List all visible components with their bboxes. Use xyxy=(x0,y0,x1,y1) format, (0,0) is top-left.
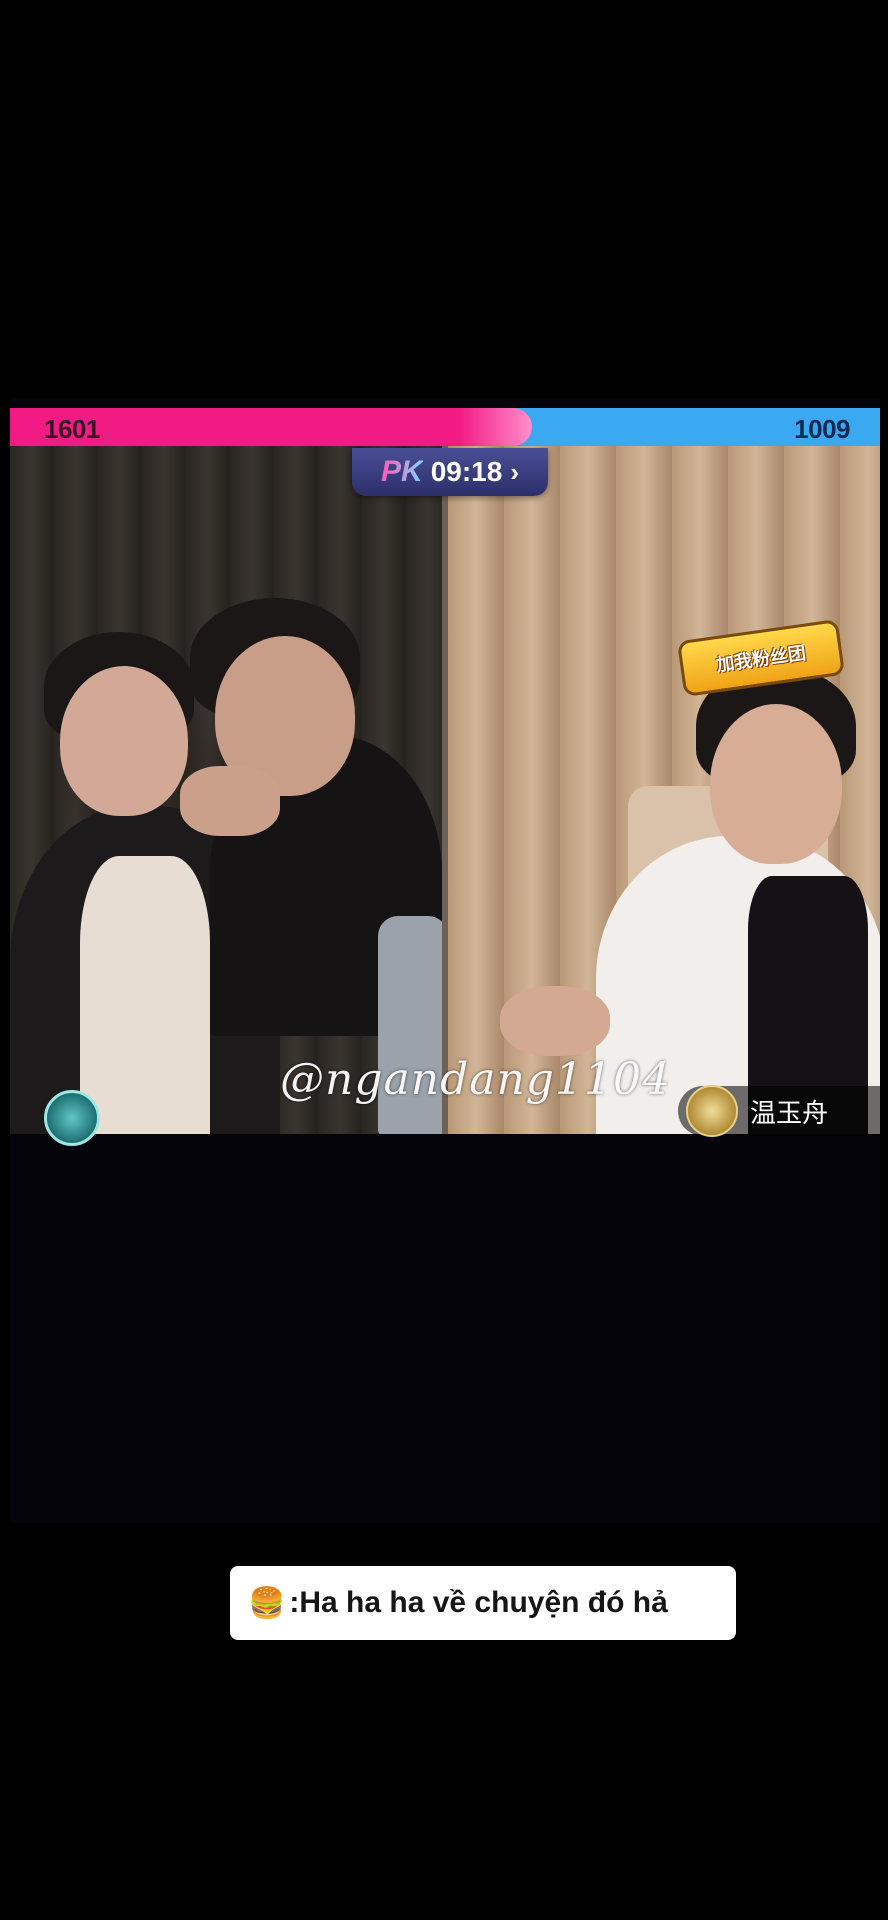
fan-badge-icon[interactable] xyxy=(44,1090,100,1146)
level-badge-icon xyxy=(686,1085,738,1137)
subtitle-caption: 🍔 :Ha ha ha về chuyện đó hả xyxy=(230,1566,736,1640)
watermark: @ngandang1104 xyxy=(280,1054,671,1105)
pk-logo: PK xyxy=(381,455,423,488)
left-stream-video xyxy=(10,446,442,1134)
pk-timer-badge[interactable]: PK 09:18 › xyxy=(352,448,548,496)
caption-text: :Ha ha ha về chuyện đó hả xyxy=(289,1586,668,1619)
left-score: 1601 xyxy=(44,414,100,444)
live-pk-frame: 1601 1009 PK 09:18 › 加我粉丝团 温玉舟 @ngandang… xyxy=(10,398,880,1640)
burger-icon: 🍔 xyxy=(248,1586,286,1620)
right-streamer-name: 温玉舟 xyxy=(750,1098,829,1129)
right-score: 1009 xyxy=(794,414,850,444)
right-streamer-name-tag[interactable]: 温玉舟 xyxy=(678,1085,880,1137)
pk-score-bar: 1601 1009 xyxy=(10,408,880,446)
right-stream-video xyxy=(448,446,880,1134)
chevron-right-icon: › xyxy=(510,456,519,487)
pk-timer: 09:18 xyxy=(430,456,503,487)
